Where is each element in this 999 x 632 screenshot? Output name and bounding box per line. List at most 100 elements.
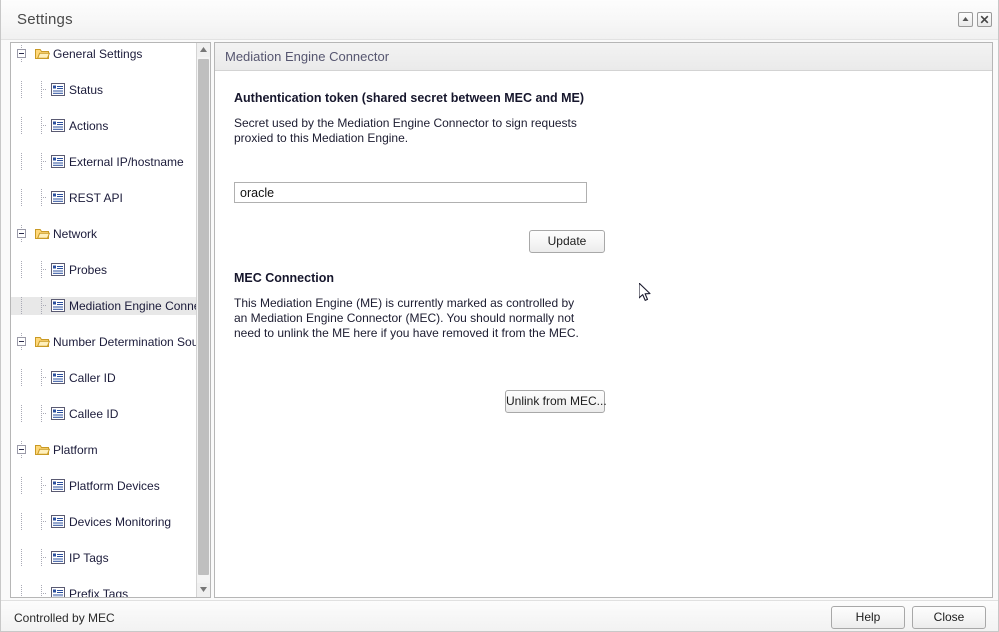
tree-item-network[interactable]: Network — [11, 225, 197, 243]
page-list-icon — [51, 191, 65, 204]
folder-open-icon — [35, 47, 50, 60]
scrollbar-thumb[interactable] — [198, 59, 209, 575]
page-list-icon — [51, 407, 65, 420]
settings-tree: General Settings Status Actions External IP… — [11, 43, 197, 597]
tree-guide-line — [41, 297, 42, 315]
tree-item-platform[interactable]: Platform — [11, 441, 197, 459]
folder-open-icon — [35, 335, 50, 348]
content-inner: Authentication token (shared secret betw… — [215, 72, 992, 597]
page-list-icon — [51, 551, 65, 564]
tree-guide-line — [21, 261, 22, 279]
content-panel: Mediation Engine Connector Authenticatio… — [214, 42, 993, 598]
tree-guide-line — [41, 369, 42, 387]
tree-guide-line — [41, 521, 46, 522]
page-list-icon — [51, 119, 65, 132]
tree-guide-line — [41, 81, 42, 99]
help-button[interactable]: Help — [831, 606, 905, 629]
tree-guide-line — [21, 117, 22, 135]
close-dialog-button[interactable]: Close — [912, 606, 986, 629]
tree-item-number-determination-sources[interactable]: Number Determination Sources — [11, 333, 197, 351]
tree-guide-line — [41, 161, 46, 162]
page-list-icon — [51, 587, 65, 597]
tree-item-label: Callee ID — [69, 407, 119, 421]
tree-guide-line — [41, 269, 46, 270]
page-list-icon — [51, 119, 65, 132]
tree-guide-line — [41, 549, 42, 567]
tree-guide-line — [41, 413, 46, 414]
tree-item-label: Platform — [53, 443, 98, 457]
page-list-icon — [51, 515, 65, 528]
mec-section-description: This Mediation Engine (ME) is currently … — [234, 296, 579, 340]
page-list-icon — [51, 299, 65, 312]
tree-item-mediation-engine-connector[interactable]: Mediation Engine Connector — [11, 297, 197, 315]
tree-guide-line — [21, 405, 22, 423]
tree-item-label: Caller ID — [69, 371, 116, 385]
tree-item-platform-devices[interactable]: Platform Devices — [11, 477, 197, 495]
tree-guide-line — [41, 513, 42, 531]
tree-item-caller-id[interactable]: Caller ID — [11, 369, 197, 387]
tree-item-label: Prefix Tags — [69, 587, 129, 597]
tree-item-callee-id[interactable]: Callee ID — [11, 405, 197, 423]
page-list-icon — [51, 299, 65, 312]
folder-open-icon — [35, 229, 50, 239]
auth-section-description: Secret used by the Mediation Engine Conn… — [234, 116, 577, 145]
tree-scrollbar[interactable] — [196, 43, 210, 597]
tree-guide-line — [41, 117, 42, 135]
tree-item-label: Probes — [69, 263, 108, 277]
status-text: Controlled by MEC — [14, 611, 115, 625]
tree-item-actions[interactable]: Actions — [11, 117, 197, 135]
collapse-button[interactable] — [958, 12, 973, 27]
tree-item-label: Status — [69, 83, 104, 97]
tree-guide-line — [41, 189, 42, 207]
tree-expander-collapse-icon[interactable] — [17, 229, 26, 238]
tree-item-status[interactable]: Status — [11, 81, 197, 99]
page-list-icon — [51, 263, 65, 276]
tree-expander-collapse-icon[interactable] — [17, 337, 26, 346]
auth-token-input[interactable] — [234, 182, 587, 203]
tree-item-rest-api[interactable]: REST API — [11, 189, 197, 207]
tree-viewport[interactable]: General Settings Status Actions External IP… — [11, 43, 197, 597]
tree-item-label: External IP/hostname — [69, 155, 184, 169]
tree-guide-line — [41, 585, 42, 597]
triangle-down-icon — [200, 587, 207, 592]
tree-guide-line — [41, 125, 46, 126]
triangle-up-icon — [962, 17, 969, 21]
tree-item-label: General Settings — [53, 47, 143, 61]
tree-item-probes[interactable]: Probes — [11, 261, 197, 279]
page-list-icon — [51, 371, 65, 384]
tree-item-label: IP Tags — [69, 551, 109, 565]
tree-guide-line — [41, 89, 46, 90]
tree-guide-line — [41, 593, 46, 594]
tree-guide-line — [21, 189, 22, 207]
scroll-up-button[interactable] — [197, 43, 210, 57]
scroll-down-button[interactable] — [197, 583, 210, 597]
tree-item-external-ip-hostname[interactable]: External IP/hostname — [11, 153, 197, 171]
window-title: Settings — [17, 11, 73, 28]
update-button[interactable]: Update — [529, 230, 605, 253]
tree-guide-line — [41, 405, 42, 423]
folder-open-icon — [35, 445, 50, 455]
tree-item-general-settings[interactable]: General Settings — [11, 45, 197, 63]
tree-item-ip-tags[interactable]: IP Tags — [11, 549, 197, 567]
page-list-icon — [51, 155, 65, 168]
tree-guide-line — [41, 477, 42, 495]
settings-window: Settings General Settings Status Actions Ex… — [0, 0, 999, 632]
tree-guide-line — [41, 485, 46, 486]
tree-item-devices-monitoring[interactable]: Devices Monitoring — [11, 513, 197, 531]
tree-expander-collapse-icon[interactable] — [17, 445, 26, 454]
folder-open-icon — [35, 337, 50, 347]
tree-expander-collapse-icon[interactable] — [17, 49, 26, 58]
triangle-up-icon — [200, 47, 207, 52]
content-header: Mediation Engine Connector — [215, 43, 992, 71]
page-list-icon — [51, 587, 65, 597]
unlink-from-mec-button[interactable]: Unlink from MEC... — [505, 390, 607, 413]
tree-guide-line — [41, 305, 46, 306]
page-list-icon — [51, 479, 65, 492]
page-list-icon — [51, 551, 65, 564]
folder-open-icon — [35, 227, 50, 240]
close-button[interactable] — [977, 12, 992, 27]
tree-item-prefix-tags[interactable]: Prefix Tags — [11, 585, 197, 597]
window-titlebar: Settings — [1, 0, 998, 40]
page-list-icon — [51, 371, 65, 384]
page-list-icon — [51, 191, 65, 204]
